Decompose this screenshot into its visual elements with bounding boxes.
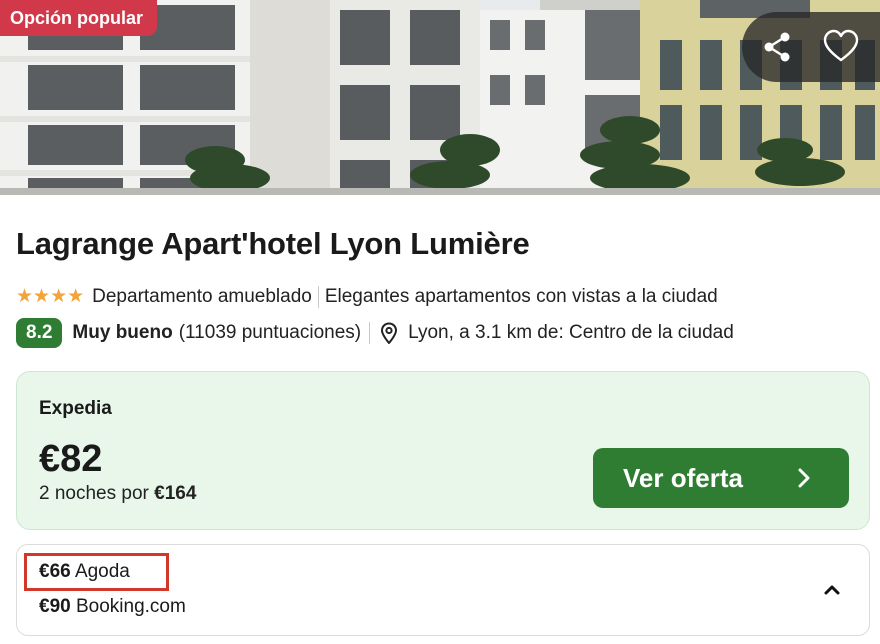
- review-score-badge: 8.2: [16, 318, 63, 348]
- star-rating: ★★★★: [16, 286, 85, 307]
- best-offer-card[interactable]: Expedia €82 2 noches por €164 Ver oferta: [16, 371, 870, 530]
- favorite-button[interactable]: [822, 28, 860, 66]
- share-button[interactable]: [758, 28, 796, 66]
- divider: [369, 322, 371, 344]
- hotel-photo[interactable]: Opción popular: [0, 0, 880, 195]
- share-icon: [764, 32, 790, 62]
- offer-total-price: €164: [154, 483, 197, 504]
- photo-actions: [742, 12, 880, 82]
- other-provider: Booking.com: [75, 596, 186, 617]
- hotel-name[interactable]: Lagrange Apart'hotel Lyon Lumière: [16, 226, 530, 262]
- rating-word: Muy bueno: [72, 322, 173, 343]
- popular-badge: Opción popular: [0, 0, 157, 36]
- other-prices-panel: €66 Agoda €90 Booking.com: [16, 544, 870, 636]
- hotel-tagline: Elegantes apartamentos con vistas a la c…: [324, 285, 718, 307]
- hotel-location[interactable]: Lyon, a 3.1 km de: Centro de la ciudad: [408, 322, 734, 344]
- hotel-meta: ★★★★ Departamento amueblado Elegantes ap…: [16, 285, 718, 308]
- offer-provider: Expedia: [39, 398, 112, 419]
- chevron-up-icon[interactable]: [821, 579, 843, 601]
- price-row-booking[interactable]: €90 Booking.com: [39, 596, 186, 618]
- accommodation-type: Departamento amueblado: [92, 285, 312, 307]
- other-price: €66: [39, 561, 71, 582]
- location-pin-icon: [381, 322, 398, 344]
- review-count[interactable]: (11039 puntuaciones): [179, 322, 361, 344]
- chevron-right-icon: [798, 468, 810, 488]
- other-price: €90: [39, 596, 71, 617]
- view-offer-label: Ver oferta: [623, 462, 743, 493]
- heart-icon: [823, 29, 859, 62]
- divider: [317, 285, 319, 308]
- view-offer-button[interactable]: Ver oferta: [593, 448, 849, 508]
- offer-nights-label: 2 noches por: [39, 483, 149, 504]
- other-provider: Agoda: [74, 561, 130, 582]
- hotel-rating-row: 8.2 Muy bueno (11039 puntuaciones) Lyon,…: [16, 318, 734, 348]
- offer-price: €82: [39, 438, 103, 480]
- price-row-agoda[interactable]: €66 Agoda: [39, 561, 130, 583]
- offer-total: 2 noches por €164: [39, 483, 196, 505]
